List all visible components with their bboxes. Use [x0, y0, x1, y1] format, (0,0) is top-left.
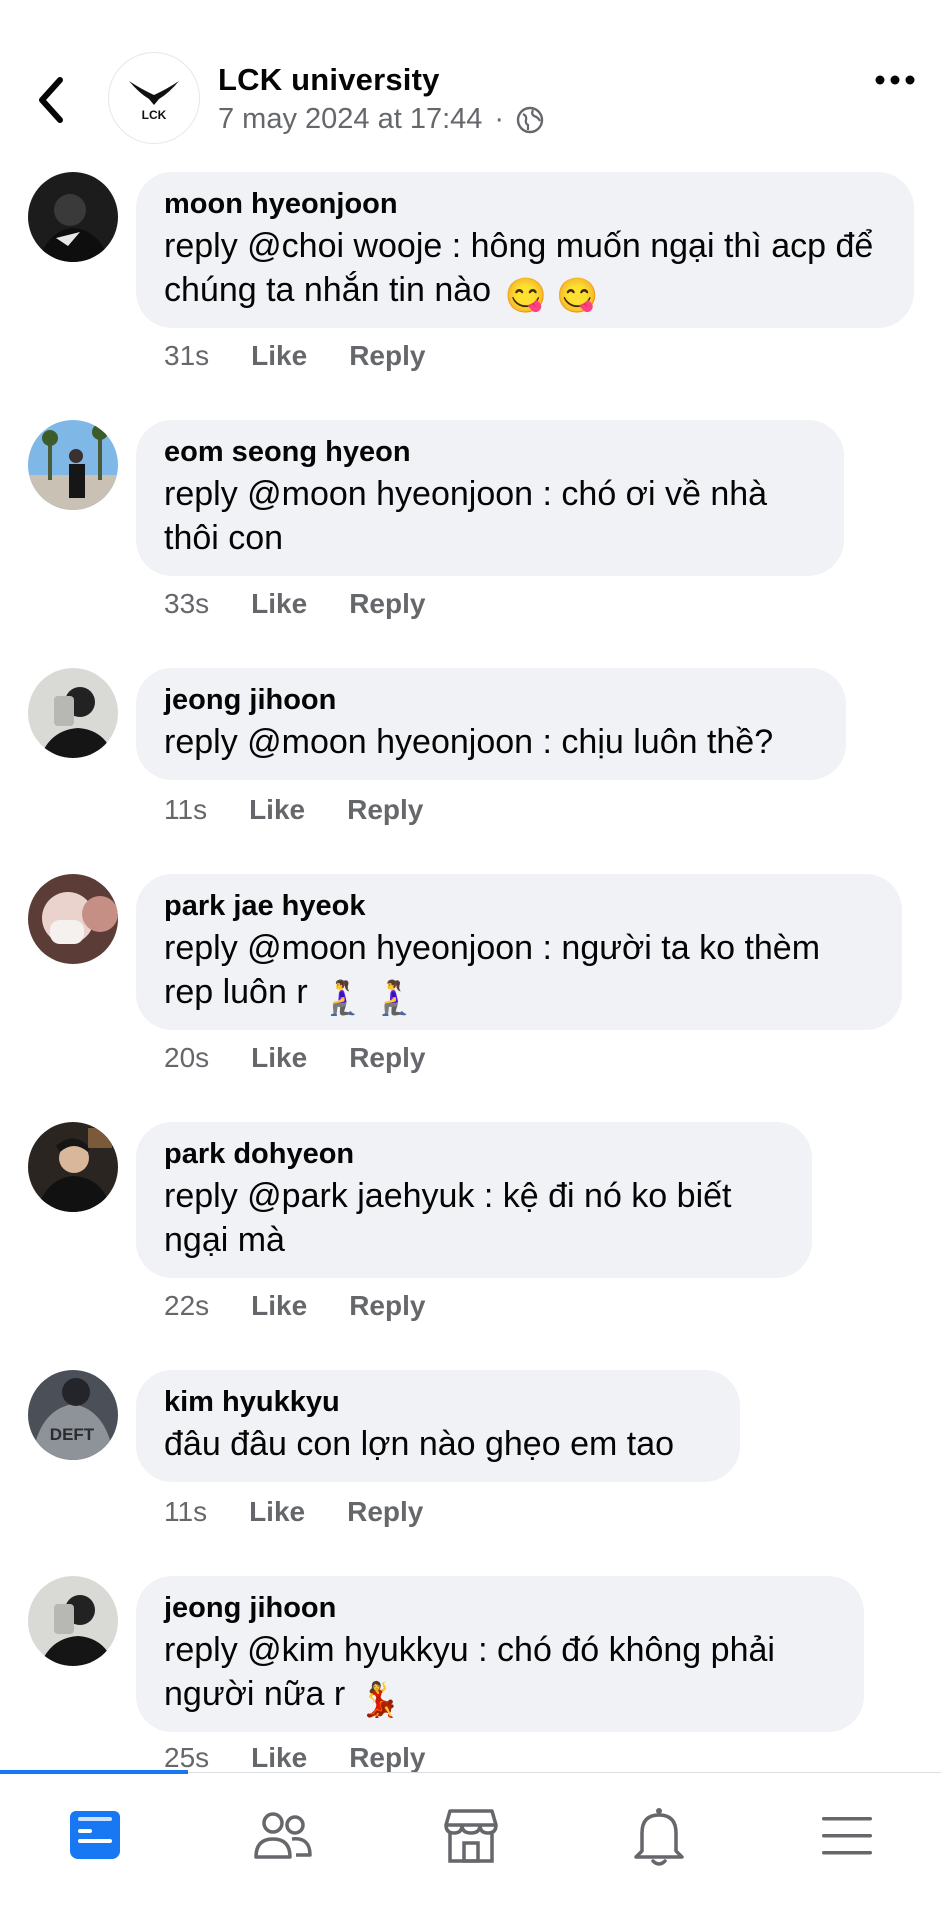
comment-bubble[interactable]: park jae hyeok reply @moon hyeonjoon : n… — [136, 874, 902, 1030]
reply-button[interactable]: Reply — [347, 1496, 423, 1528]
bottom-tab-bar — [0, 1770, 941, 1921]
comment-text: reply @kim hyukkyu : chó đó không phải n… — [164, 1628, 836, 1722]
comment-bubble[interactable]: jeong jihoon reply @kim hyukkyu : chó đó… — [136, 1576, 864, 1732]
comment-time: 20s — [164, 1042, 210, 1073]
back-button[interactable] — [30, 70, 76, 130]
comment-text: reply @choi wooje : hông muốn ngại thì a… — [164, 224, 886, 318]
lck-logo-icon: LCK — [129, 81, 179, 122]
comment-bubble[interactable]: park dohyeon reply @park jaehyuk : kệ đi… — [136, 1122, 812, 1278]
commenter-name[interactable]: park dohyeon — [164, 1136, 784, 1172]
avatar[interactable] — [28, 420, 118, 510]
comment-bubble[interactable]: eom seong hyeon reply @moon hyeonjoon : … — [136, 420, 844, 576]
reply-button[interactable]: Reply — [349, 588, 425, 620]
comment-actions: 11s Like Reply — [164, 794, 423, 826]
comment-actions: 25s Like Reply — [164, 1742, 425, 1774]
active-tab-indicator — [0, 1770, 188, 1774]
meta-separator: · — [494, 103, 505, 135]
comment-bubble[interactable]: moon hyeonjoon reply @choi wooje : hông … — [136, 172, 914, 328]
marketplace-icon — [444, 1809, 498, 1863]
svg-text:DEFT: DEFT — [50, 1425, 95, 1444]
commenter-name[interactable]: jeong jihoon — [164, 1590, 836, 1626]
comment-actions: 22s Like Reply — [164, 1290, 425, 1322]
hamburger-menu-icon — [822, 1817, 872, 1855]
commenter-name[interactable]: eom seong hyeon — [164, 434, 816, 470]
comment-actions: 20s Like Reply — [164, 1042, 425, 1074]
avatar[interactable] — [28, 874, 118, 964]
reply-button[interactable]: Reply — [349, 340, 425, 372]
bell-icon — [634, 1808, 684, 1866]
reply-button[interactable]: Reply — [349, 1042, 425, 1074]
comment-text: đâu đâu con lợn nào ghẹo em tao — [164, 1425, 675, 1463]
comment-time: 11s — [164, 794, 208, 825]
tab-menu[interactable] — [812, 1801, 882, 1871]
post-meta: 7 may 2024 at 17:44 · — [218, 103, 544, 136]
comment-bubble[interactable]: jeong jihoon reply @moon hyeonjoon : chị… — [136, 668, 846, 780]
tab-notifications[interactable] — [624, 1801, 694, 1871]
like-button[interactable]: Like — [249, 1496, 305, 1528]
like-button[interactable]: Like — [251, 588, 307, 620]
avatar[interactable] — [28, 668, 118, 758]
more-options-button[interactable] — [872, 62, 918, 98]
comment-time: 22s — [164, 1290, 210, 1321]
comment-text: reply @moon hyeonjoon : chịu luôn thề? — [164, 723, 774, 761]
commenter-name[interactable]: jeong jihoon — [164, 682, 818, 718]
emoji-yum-icon: 😋 😋 — [504, 277, 599, 315]
like-button[interactable]: Like — [249, 794, 305, 826]
avatar[interactable] — [28, 1576, 118, 1666]
like-button[interactable]: Like — [251, 340, 307, 372]
chevron-left-icon — [39, 77, 63, 123]
like-button[interactable]: Like — [251, 1290, 307, 1322]
commenter-name[interactable]: park jae hyeok — [164, 888, 874, 924]
comment-actions: 31s Like Reply — [164, 340, 425, 372]
tab-friends[interactable] — [248, 1801, 318, 1871]
home-feed-icon — [70, 1811, 120, 1859]
reply-button[interactable]: Reply — [347, 794, 423, 826]
comment-actions: 11s Like Reply — [164, 1496, 423, 1528]
comment-actions: 33s Like Reply — [164, 588, 425, 620]
page-logo[interactable]: LCK — [108, 52, 200, 144]
comment-time: 33s — [164, 588, 210, 619]
tab-marketplace[interactable] — [436, 1801, 506, 1871]
svg-text:LCK: LCK — [142, 108, 167, 122]
like-button[interactable]: Like — [251, 1742, 307, 1774]
comment-text: reply @park jaehyuk : kệ đi nó ko biết n… — [164, 1177, 732, 1259]
comment-time: 11s — [164, 1496, 208, 1527]
avatar[interactable] — [28, 172, 118, 262]
emoji-kneeling-person-icon: 🧎‍♀️ 🧎‍♀️ — [321, 979, 416, 1017]
friends-icon — [254, 1812, 312, 1859]
more-dots-icon — [875, 75, 915, 85]
reply-button[interactable]: Reply — [349, 1290, 425, 1322]
page-name[interactable]: LCK university — [218, 62, 440, 98]
tab-home[interactable] — [60, 1801, 130, 1871]
commenter-name[interactable]: kim hyukkyu — [164, 1384, 712, 1420]
avatar[interactable]: DEFT — [28, 1370, 118, 1460]
reply-button[interactable]: Reply — [349, 1742, 425, 1774]
comment-text: reply @moon hyeonjoon : chó ơi về nhà th… — [164, 475, 768, 557]
post-header: LCK LCK university 7 may 2024 at 17:44 · — [0, 0, 941, 160]
emoji-dancer-icon: 💃 — [358, 1681, 402, 1719]
comment-time: 31s — [164, 340, 210, 371]
commenter-name[interactable]: moon hyeonjoon — [164, 186, 886, 222]
globe-icon — [516, 106, 544, 133]
comment-bubble[interactable]: kim hyukkyu đâu đâu con lợn nào ghẹo em … — [136, 1370, 740, 1482]
avatar[interactable] — [28, 1122, 118, 1212]
post-timestamp: 7 may 2024 at 17:44 — [218, 103, 483, 135]
like-button[interactable]: Like — [251, 1042, 307, 1074]
comment-text: reply @moon hyeonjoon : người ta ko thèm… — [164, 926, 874, 1020]
